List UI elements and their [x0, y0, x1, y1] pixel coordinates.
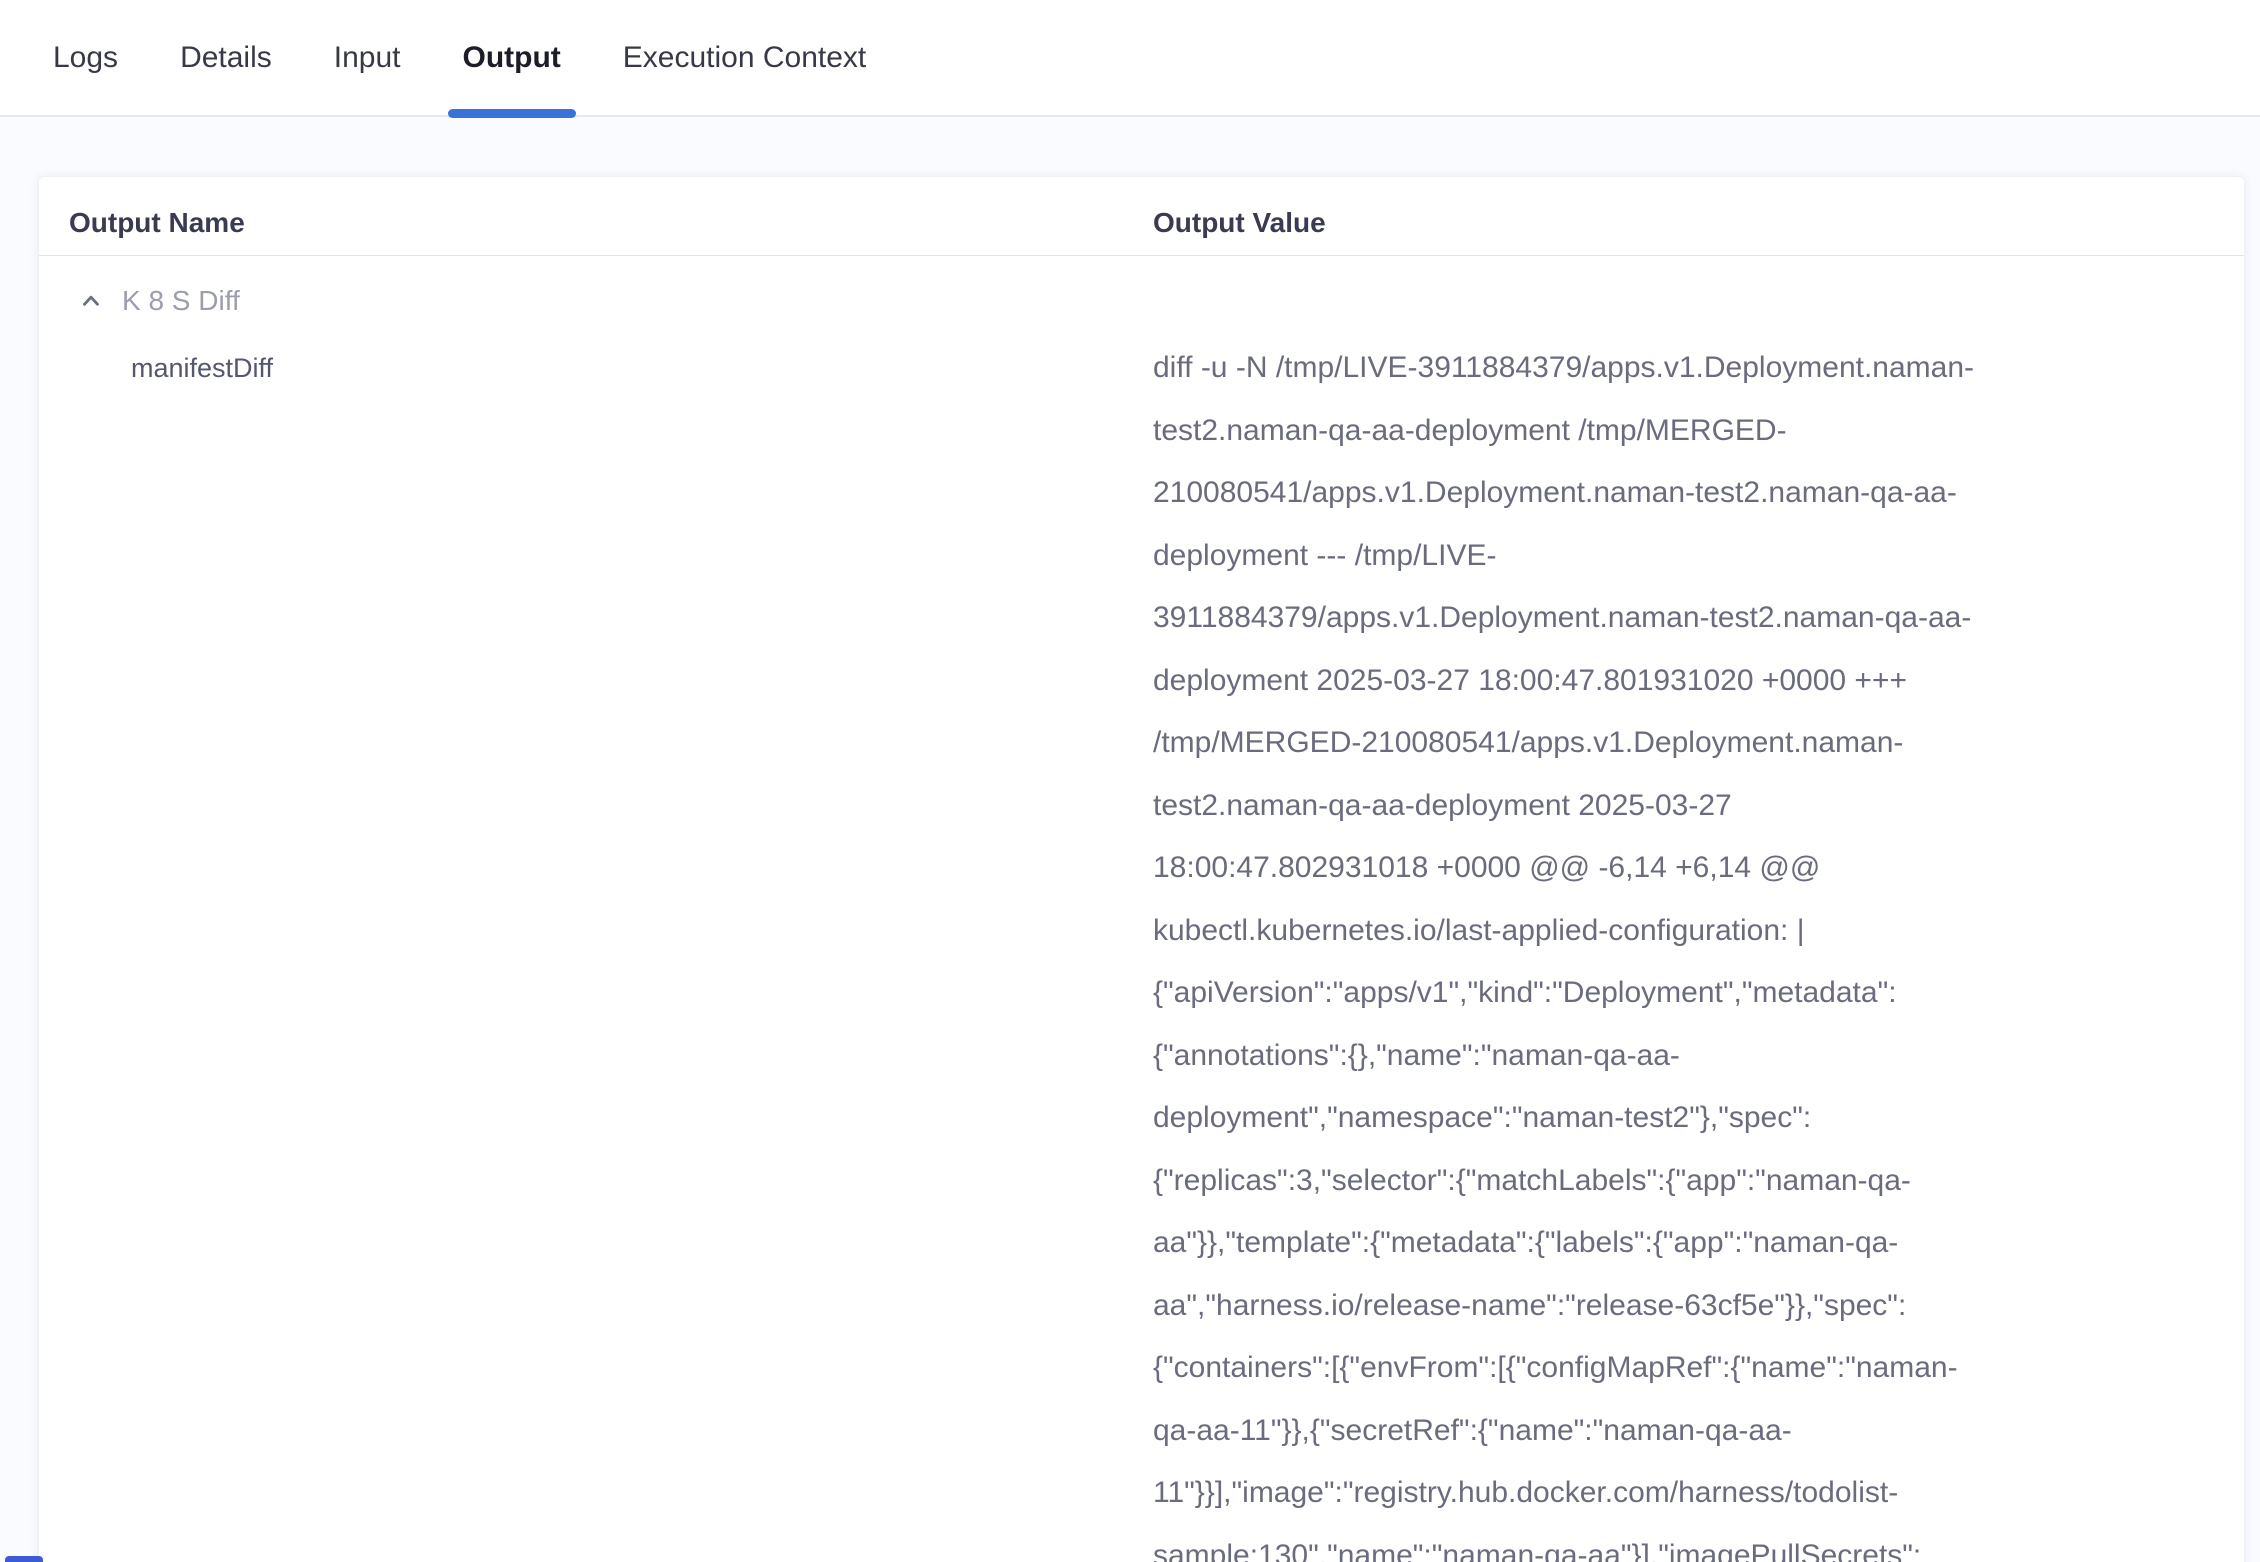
output-value-line: {"annotations":{},"name":"naman-qa-aa-	[1153, 1025, 2124, 1088]
output-value-line: {"apiVersion":"apps/v1","kind":"Deployme…	[1153, 962, 2124, 1025]
tab-output[interactable]: Output	[454, 0, 570, 115]
output-value-cell: diff -u -N /tmp/LIVE-3911884379/apps.v1.…	[1149, 337, 2244, 1562]
table-row: manifestDiff diff -u -N /tmp/LIVE-391188…	[39, 337, 2244, 1562]
table-header-row: Output Name Output Value	[39, 177, 2244, 256]
output-value-line: test2.naman-qa-aa-deployment /tmp/MERGED…	[1153, 400, 2124, 463]
output-value-line: kubectl.kubernetes.io/last-applied-confi…	[1153, 900, 2124, 963]
tab-bar: Logs Details Input Output Execution Cont…	[0, 0, 2260, 117]
output-value-line: {"replicas":3,"selector":{"matchLabels":…	[1153, 1150, 2124, 1213]
output-value-line: sample:130","name":"naman-qa-aa"}],"imag…	[1153, 1525, 2124, 1562]
output-value-line: 3911884379/apps.v1.Deployment.naman-test…	[1153, 587, 2124, 650]
output-value-line: {"containers":[{"envFrom":[{"configMapRe…	[1153, 1337, 2124, 1400]
output-name-cell: manifestDiff	[39, 337, 1149, 1562]
output-table-card: Output Name Output Value K 8 S Diff mani…	[38, 176, 2245, 1562]
group-label: K 8 S Diff	[122, 285, 240, 317]
group-row-k8s-diff[interactable]: K 8 S Diff	[39, 256, 2244, 324]
output-value-line: qa-aa-11"}},{"secretRef":{"name":"naman-…	[1153, 1400, 2124, 1463]
tab-details[interactable]: Details	[171, 0, 281, 115]
column-header-output-name: Output Name	[39, 177, 1149, 255]
output-value-line: 210080541/apps.v1.Deployment.naman-test2…	[1153, 462, 2124, 525]
tab-logs[interactable]: Logs	[44, 0, 127, 115]
collapse-toggle-button[interactable]	[76, 286, 106, 316]
output-value-line: diff -u -N /tmp/LIVE-3911884379/apps.v1.…	[1153, 337, 2124, 400]
output-value-line: /tmp/MERGED-210080541/apps.v1.Deployment…	[1153, 712, 2124, 775]
output-value-line: 18:00:47.802931018 +0000 @@ -6,14 +6,14 …	[1153, 837, 2124, 900]
output-value-line: aa"}},"template":{"metadata":{"labels":{…	[1153, 1212, 2124, 1275]
tab-execution-context[interactable]: Execution Context	[614, 0, 875, 115]
chevron-up-icon	[78, 288, 104, 314]
output-value-line: test2.naman-qa-aa-deployment 2025-03-27	[1153, 775, 2124, 838]
tab-input[interactable]: Input	[325, 0, 410, 115]
column-header-output-value: Output Value	[1149, 177, 2244, 255]
output-value-line: deployment --- /tmp/LIVE-	[1153, 525, 2124, 588]
floating-button-peek[interactable]	[5, 1556, 43, 1562]
output-value-line: deployment 2025-03-27 18:00:47.801931020…	[1153, 650, 2124, 713]
output-value-line: aa","harness.io/release-name":"release-6…	[1153, 1275, 2124, 1338]
output-value-line: deployment","namespace":"naman-test2"},"…	[1153, 1087, 2124, 1150]
output-value-line: 11"}}],"image":"registry.hub.docker.com/…	[1153, 1462, 2124, 1525]
